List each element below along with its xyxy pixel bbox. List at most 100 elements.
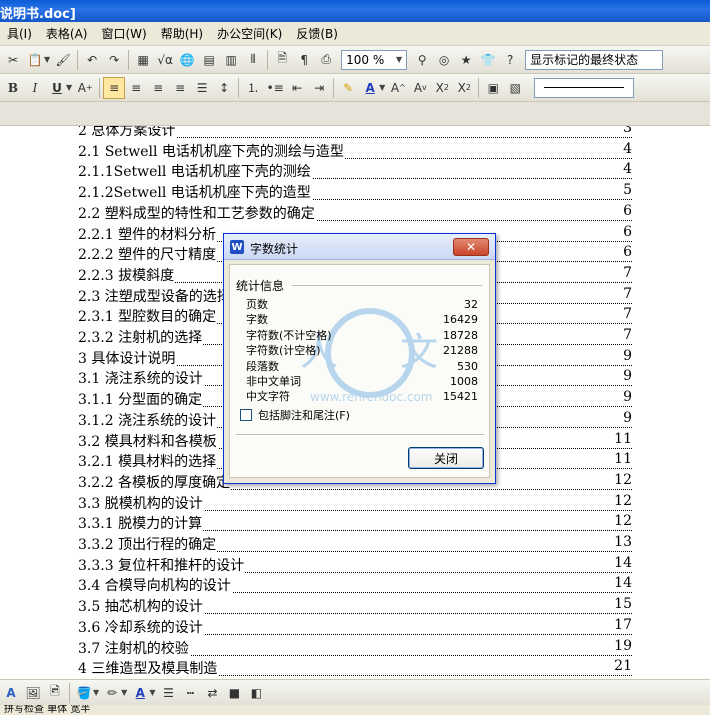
- align-right-button[interactable]: ≡: [147, 77, 169, 99]
- checkbox[interactable]: [240, 409, 252, 421]
- toc-entry-title: 3.2.1 模具材料的选择: [78, 454, 218, 471]
- toc-entry-page: 11: [613, 451, 632, 468]
- italic-button[interactable]: I: [24, 77, 46, 99]
- stats-group-label: 统计信息: [236, 279, 285, 293]
- distribute-button[interactable]: ☰: [191, 77, 213, 99]
- markup-view-select[interactable]: 显示标记的最终状态: [525, 49, 664, 70]
- insert-table-icon[interactable]: ▤: [198, 49, 220, 71]
- chevron-down-icon[interactable]: ▼: [66, 83, 72, 92]
- chevron-down-icon[interactable]: ▼: [44, 55, 50, 64]
- toc-entry[interactable]: 3.5 抽芯机构的设计 15: [78, 596, 632, 616]
- toc-entry-page: 4: [622, 140, 632, 157]
- align-center-button[interactable]: ≡: [125, 77, 147, 99]
- chevron-down-icon[interactable]: ▼: [379, 83, 385, 92]
- justify-button[interactable]: ≡: [169, 77, 191, 99]
- table-icon[interactable]: ▦: [132, 49, 154, 71]
- window-title: 说明书.doc]: [0, 7, 76, 22]
- close-icon[interactable]: ✕: [453, 238, 489, 256]
- line-style-select[interactable]: [534, 77, 635, 98]
- fill-color-icon[interactable]: 🪣: [73, 682, 95, 704]
- superscript-icon[interactable]: X2: [431, 77, 453, 99]
- insert-picture-icon[interactable]: 🖼: [22, 682, 44, 704]
- print-preview-icon[interactable]: ⎙: [315, 49, 337, 71]
- paste-icon[interactable]: 📋: [24, 49, 46, 71]
- bullets-icon[interactable]: •≡: [264, 77, 286, 99]
- line-style-icon[interactable]: ☰: [157, 682, 179, 704]
- toc-entry[interactable]: 4 三维造型及模具制造 21: [78, 658, 632, 678]
- shrink-font-icon[interactable]: Av: [409, 77, 431, 99]
- menu-feedback[interactable]: 反馈(B): [289, 25, 345, 42]
- toc-entry[interactable]: 3.3.1 脱模力的计算 12: [78, 513, 632, 533]
- decrease-indent-icon[interactable]: ⇤: [286, 77, 308, 99]
- line-spacing-icon[interactable]: ↕: [213, 77, 235, 99]
- toc-entry-page: 6: [622, 223, 632, 240]
- toc-entry[interactable]: 3.4 合模导向机构的设计 14: [78, 575, 632, 595]
- arrow-style-icon[interactable]: ⇄: [201, 682, 223, 704]
- toc-entry[interactable]: 3.3 脱模机构的设计 12: [78, 492, 632, 513]
- toc-entry[interactable]: 2.1.2Setwell 电话机机座下壳的造型 5: [78, 182, 632, 202]
- borders-icon[interactable]: ▣: [482, 77, 504, 99]
- grow-font-icon[interactable]: A ^: [387, 77, 409, 99]
- star-icon[interactable]: ★: [455, 49, 477, 71]
- font-color-icon[interactable]: A: [359, 77, 381, 99]
- chevron-down-icon[interactable]: ▼: [93, 688, 99, 697]
- toc-entry[interactable]: 3.3.2 顶出行程的确定 13: [78, 534, 632, 554]
- numbering-icon[interactable]: ⒈: [242, 77, 264, 99]
- format-painter-icon[interactable]: 🖌: [52, 49, 74, 71]
- stat-value: 530: [457, 359, 478, 373]
- cut-icon[interactable]: ✂: [2, 49, 24, 71]
- stat-label: 字符数(不计空格): [246, 328, 332, 342]
- underline-button[interactable]: U: [46, 77, 68, 99]
- toc-entry[interactable]: 2 总体方案设计 3: [78, 126, 632, 140]
- document-map-icon[interactable]: 🗎: [271, 49, 293, 71]
- text-direction-icon[interactable]: ⫴: [242, 49, 264, 71]
- dash-style-icon[interactable]: ┅: [179, 682, 201, 704]
- toc-entry[interactable]: 2.2 塑料成型的特性和工艺参数的确定 6: [78, 202, 632, 223]
- zoom-select[interactable]: 100 % ▼: [341, 49, 408, 70]
- increase-indent-icon[interactable]: ⇥: [308, 77, 330, 99]
- toc-entry[interactable]: 3.7 注射机的校验 19: [78, 637, 632, 658]
- toc-entry[interactable]: 3.6 冷却系统的设计 17: [78, 616, 632, 637]
- menu-tools[interactable]: 具(I): [0, 25, 39, 42]
- line-color-icon[interactable]: ✏: [101, 682, 123, 704]
- insert-image-icon[interactable]: 🖻: [44, 682, 66, 704]
- shirt-icon[interactable]: 👕: [477, 49, 499, 71]
- help-icon[interactable]: ?: [499, 49, 521, 71]
- columns-icon[interactable]: ▥: [220, 49, 242, 71]
- close-button[interactable]: 关闭: [408, 447, 484, 469]
- menu-help[interactable]: 帮助(H): [154, 25, 210, 42]
- menu-window[interactable]: 窗口(W): [94, 25, 153, 42]
- subscript-icon[interactable]: X2: [453, 77, 475, 99]
- formula-icon[interactable]: √α: [154, 49, 176, 71]
- shadow-style-icon[interactable]: ■: [223, 682, 245, 704]
- research-icon[interactable]: ◎: [433, 49, 455, 71]
- redo-icon[interactable]: ↷: [103, 49, 125, 71]
- menu-office-space[interactable]: 办公空间(K): [210, 25, 289, 42]
- 3d-style-icon[interactable]: ◧: [245, 682, 267, 704]
- menu-table[interactable]: 表格(A): [39, 25, 95, 42]
- stat-row: 字符数(不计空格) 18728: [246, 328, 478, 343]
- wordart-icon[interactable]: A: [0, 682, 22, 704]
- font-color-icon[interactable]: A: [129, 682, 151, 704]
- toc-entry-page: 14: [613, 575, 632, 592]
- chevron-down-icon[interactable]: ▼: [121, 688, 127, 697]
- bold-button[interactable]: B: [2, 77, 24, 99]
- dialog-title-bar[interactable]: W 字数统计 ✕: [224, 234, 495, 260]
- toc-entry[interactable]: 2.1.1Setwell 电话机机座下壳的测绘 4: [78, 161, 632, 181]
- font-size-grow-icon[interactable]: A +: [74, 77, 96, 99]
- align-left-button[interactable]: ≡: [103, 76, 126, 99]
- chevron-down-icon[interactable]: ▼: [149, 688, 155, 697]
- include-footnotes-checkbox[interactable]: 包括脚注和尾注(F): [240, 407, 350, 423]
- toc-entry[interactable]: 3.3.3 复位杆和推杆的设计 14: [78, 554, 632, 575]
- markup-view-value: 显示标记的最终状态: [530, 53, 639, 67]
- toc-entry-title: 3.1 浇注系统的设计: [78, 371, 204, 388]
- undo-icon[interactable]: ↶: [81, 49, 103, 71]
- globe-icon[interactable]: 🌐: [176, 49, 198, 71]
- binoculars-icon[interactable]: ⚲: [411, 49, 433, 71]
- toc-entry-page: 12: [613, 471, 632, 488]
- highlight-icon[interactable]: ✎: [337, 77, 359, 99]
- toc-entry-title: 2.3 注塑成型设备的选择: [78, 288, 232, 305]
- toc-entry[interactable]: 2.1 Setwell 电话机机座下壳的测绘与造型 4: [78, 140, 632, 161]
- shading-icon[interactable]: ▧: [504, 77, 526, 99]
- show-marks-icon[interactable]: ¶: [293, 49, 315, 71]
